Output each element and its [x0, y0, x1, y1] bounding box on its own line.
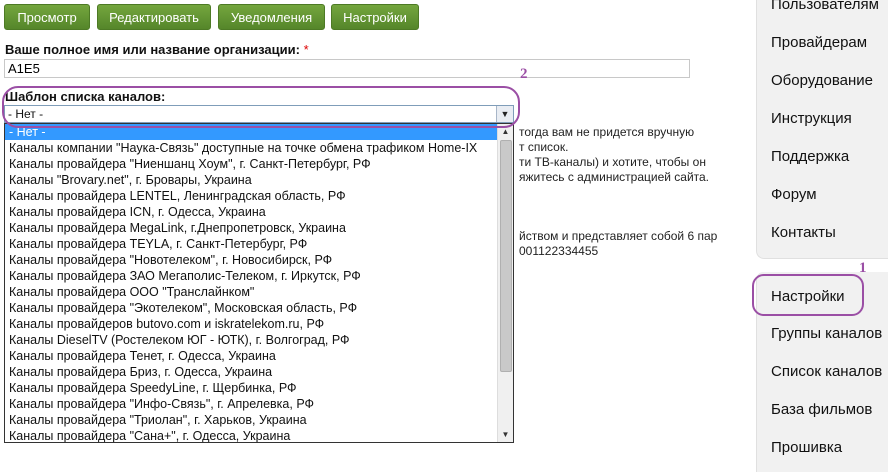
help-text-line-6: 001122334455 — [519, 244, 599, 258]
sidebar-item-contacts[interactable]: Контакты — [771, 224, 836, 241]
dropdown-option[interactable]: Каналы DieselTV (Ростелеком ЮГ - ЮТК), г… — [5, 332, 497, 348]
dropdown-option[interactable]: Каналы провайдеров butovo.com и iskratel… — [5, 316, 497, 332]
tab-view[interactable]: Просмотр — [4, 4, 90, 30]
sidebar-item-firmware[interactable]: Прошивка — [771, 439, 842, 456]
dropdown-option[interactable]: Каналы провайдера LENTEL, Ленинградская … — [5, 188, 497, 204]
dropdown-option[interactable]: Каналы провайдера "Инфо-Связь", г. Апрел… — [5, 396, 497, 412]
scroll-down-arrow-icon[interactable]: ▼ — [498, 427, 513, 442]
dropdown-option[interactable]: Каналы провайдера "Сана+", г. Одесса, Ук… — [5, 428, 497, 442]
sidebar-item-movie-database[interactable]: База фильмов — [771, 401, 872, 418]
sidebar-item-instructions[interactable]: Инструкция — [771, 110, 852, 127]
tab-settings[interactable]: Настройки — [331, 4, 419, 30]
sidebar-item-forum[interactable]: Форум — [771, 186, 817, 203]
dropdown-scrollbar[interactable]: ▲ ▼ — [497, 124, 513, 442]
name-input[interactable] — [4, 59, 690, 78]
annotation-highlight-select — [2, 86, 520, 128]
sidebar-item-channel-groups[interactable]: Группы каналов — [771, 325, 882, 342]
help-text-line-5: йством и представляет собой 6 пар — [519, 229, 718, 243]
scrollbar-thumb[interactable] — [500, 140, 512, 372]
dropdown-option[interactable]: Каналы провайдера Бриз, г. Одесса, Украи… — [5, 364, 497, 380]
annotation-marker-1: 1 — [859, 260, 867, 276]
dropdown-option[interactable]: Каналы провайдера "Экотелеком", Московск… — [5, 300, 497, 316]
annotation-marker-2: 2 — [520, 66, 528, 82]
dropdown-option[interactable]: Каналы провайдера TEYLA, г. Санкт-Петерб… — [5, 236, 497, 252]
channel-template-dropdown: - Нет - Каналы компании "Наука-Связь" до… — [4, 123, 514, 443]
sidebar-item-support[interactable]: Поддержка — [771, 148, 849, 165]
dropdown-option[interactable]: Каналы провайдера "Новотелеком", г. Ново… — [5, 252, 497, 268]
help-text-line-2: т список. — [519, 140, 569, 154]
dropdown-option[interactable]: Каналы компании "Наука-Связь" доступные … — [5, 140, 497, 156]
name-label: Ваше полное имя или название организации… — [5, 42, 309, 57]
sidebar-item-channel-list[interactable]: Список каналов — [771, 363, 882, 380]
dropdown-option[interactable]: Каналы провайдера "Ниеншанц Хоум", г. Са… — [5, 156, 497, 172]
annotation-highlight-settings — [752, 274, 864, 316]
name-label-text: Ваше полное имя или название организации… — [5, 42, 300, 57]
help-text-line-4: яжитесь с администрацией сайта. — [519, 170, 710, 184]
tab-notifications[interactable]: Уведомления — [218, 4, 325, 30]
help-text-line-3: ти ТВ-каналы) и хотите, чтобы он — [519, 155, 706, 169]
sidebar-item-providers[interactable]: Провайдерам — [771, 34, 867, 51]
required-mark: * — [303, 42, 309, 57]
dropdown-option[interactable]: Каналы провайдера ЗАО Мегаполис-Телеком,… — [5, 268, 497, 284]
dropdown-option[interactable]: Каналы провайдера "Триолан", г. Харьков,… — [5, 412, 497, 428]
dropdown-option[interactable]: Каналы провайдера Тенет, г. Одесса, Укра… — [5, 348, 497, 364]
sidebar-item-equipment[interactable]: Оборудование — [771, 72, 873, 89]
help-text-line-1: тогда вам не придется вручную — [519, 125, 695, 139]
dropdown-option[interactable]: Каналы провайдера ICN, г. Одесса, Украин… — [5, 204, 497, 220]
dropdown-option[interactable]: Каналы провайдера ООО "Транслайнком" — [5, 284, 497, 300]
dropdown-option[interactable]: Каналы "Brovary.net", г. Бровары, Украин… — [5, 172, 497, 188]
sidebar-item-users[interactable]: Пользователям — [771, 0, 879, 13]
dropdown-option[interactable]: Каналы провайдера MegaLink, г.Днепропетр… — [5, 220, 497, 236]
tab-edit[interactable]: Редактировать — [97, 4, 211, 30]
dropdown-option[interactable]: Каналы провайдера SpeedyLine, г. Щербинк… — [5, 380, 497, 396]
